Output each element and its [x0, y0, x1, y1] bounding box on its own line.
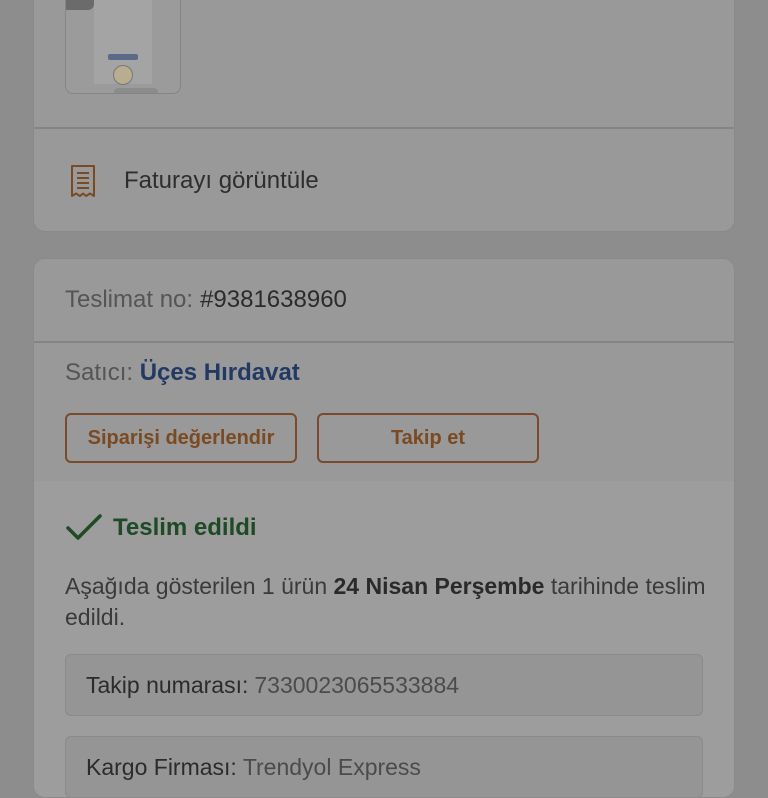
view-invoice-label: Faturayı görüntüle [124, 166, 319, 194]
seller-line: Satıcı: Üçes Hırdavat [65, 359, 300, 387]
delivery-status-text: Teslim edildi [113, 514, 257, 541]
view-invoice-row[interactable]: Faturayı görüntüle [34, 128, 734, 231]
carrier-label: Kargo Firması: [86, 753, 237, 780]
seller-name-link[interactable]: Üçes Hırdavat [140, 359, 300, 386]
tracking-number-label: Takip numarası: [86, 671, 249, 698]
receipt-icon [71, 164, 95, 197]
tracking-number-value: 7330023065533884 [254, 671, 460, 698]
delivery-number-value: #9381638960 [200, 286, 347, 313]
delivery-description: Aşağıda gösterilen 1 ürün 24 Nisan Perşe… [65, 571, 715, 633]
carrier-box: Kargo Firması: Trendyol Express [65, 736, 703, 797]
delivery-card: Teslimat no: #9381638960 Satıcı: Üçes Hı… [33, 258, 735, 798]
delivery-date: 24 Nisan Perşembe [333, 573, 545, 599]
follow-seller-button[interactable]: Takip et [317, 413, 539, 463]
seller-label: Satıcı: [65, 359, 134, 386]
carrier-value: Trendyol Express [242, 753, 421, 780]
thumbnail-badge [66, 0, 94, 10]
product-logo [113, 65, 133, 85]
delivery-number-row: Teslimat no: #9381638960 [34, 259, 734, 341]
checkmark-icon [66, 514, 102, 540]
product-brand-label [108, 54, 138, 60]
delivery-status: Teslim edildi [65, 513, 257, 543]
delivery-number-label: Teslimat no: [65, 286, 194, 313]
order-items-card: Faturayı görüntüle [33, 0, 735, 232]
product-image-dots [114, 88, 158, 93]
rate-order-button[interactable]: Siparişi değerlendir [65, 413, 297, 463]
product-thumbnail[interactable] [65, 0, 181, 94]
description-prefix: Aşağıda gösterilen 1 ürün [65, 573, 328, 599]
tracking-number-box: Takip numarası: 7330023065533884 [65, 654, 703, 716]
